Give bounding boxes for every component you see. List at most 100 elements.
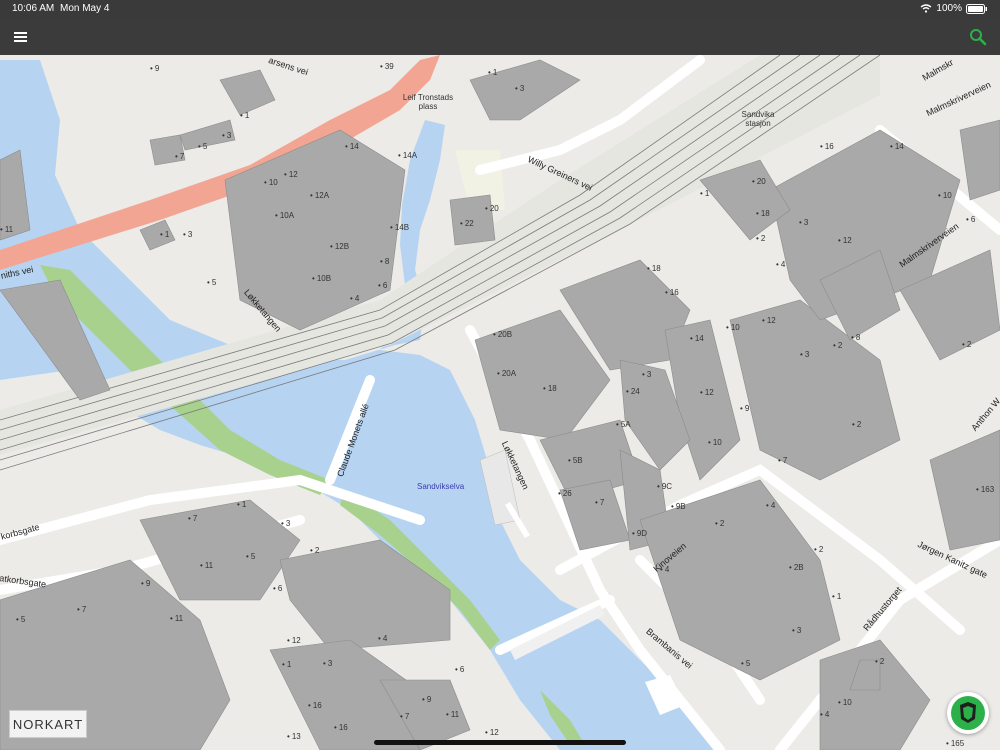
house-number: 1 <box>488 69 497 77</box>
location-shield-icon[interactable] <box>947 692 989 734</box>
house-number: 9 <box>422 696 431 704</box>
house-number: 1 <box>700 190 709 198</box>
house-number: 9B <box>671 503 686 511</box>
house-number: 3 <box>800 351 809 359</box>
house-number: 3 <box>799 219 808 227</box>
house-number: 12 <box>287 637 301 645</box>
house-number: 7 <box>778 457 787 465</box>
house-number: 6 <box>966 216 975 224</box>
house-number: 4 <box>350 295 359 303</box>
battery-icon <box>966 3 987 14</box>
house-number: 12 <box>700 389 714 397</box>
house-number: 3 <box>792 627 801 635</box>
battery-percent: 100% <box>936 3 962 14</box>
house-number: 14 <box>890 143 904 151</box>
house-number: 5B <box>568 457 583 465</box>
house-number: 16 <box>820 143 834 151</box>
house-number: 18 <box>756 210 770 218</box>
house-number: 12A <box>310 192 329 200</box>
house-number: 12 <box>485 729 499 737</box>
house-number: 4 <box>776 261 785 269</box>
house-number: 6 <box>378 282 387 290</box>
house-number: 7 <box>175 153 184 161</box>
map-canvas <box>0 55 1000 750</box>
house-number: 3 <box>515 85 524 93</box>
status-right: 100% <box>920 3 988 14</box>
house-number: 18 <box>543 385 557 393</box>
house-number: 7 <box>400 713 409 721</box>
place-sandvika-stasjon: Sandvika stasjon <box>741 110 775 129</box>
hamburger-menu-icon[interactable] <box>10 26 32 48</box>
house-number: 10B <box>312 275 331 283</box>
house-number: 5 <box>207 279 216 287</box>
search-icon[interactable] <box>966 25 990 49</box>
house-number: 9 <box>141 580 150 588</box>
house-number: 12 <box>762 317 776 325</box>
house-number: 1 <box>832 593 841 601</box>
house-number: 16 <box>665 289 679 297</box>
house-number: 4 <box>660 566 669 574</box>
house-number: 10 <box>838 699 852 707</box>
house-number: 4 <box>378 635 387 643</box>
house-number: 1 <box>282 661 291 669</box>
house-number: 7 <box>188 515 197 523</box>
house-number: 20 <box>752 178 766 186</box>
house-number: 3 <box>642 371 651 379</box>
house-number: 3 <box>323 660 332 668</box>
house-number: 20B <box>493 331 512 339</box>
house-number: 13 <box>287 733 301 741</box>
house-number: 11 <box>0 226 13 234</box>
house-number: 2 <box>310 547 319 555</box>
house-number: 22 <box>460 220 474 228</box>
house-number: 8 <box>380 258 389 266</box>
house-number: 14A <box>398 152 417 160</box>
norkart-logo: NORKART <box>9 710 87 738</box>
house-number: 14 <box>690 335 704 343</box>
house-number: 163 <box>976 486 994 494</box>
top-toolbar <box>0 18 1000 55</box>
house-number: 8 <box>851 334 860 342</box>
house-number: 4 <box>766 502 775 510</box>
house-number: 12B <box>330 243 349 251</box>
house-number: 14B <box>390 224 409 232</box>
house-number: 12 <box>838 237 852 245</box>
house-number: 9 <box>740 405 749 413</box>
status-bar: 10:06 AM Mon May 4 100% <box>0 0 1000 18</box>
house-number: 10 <box>708 439 722 447</box>
wifi-icon <box>920 4 932 13</box>
house-number: 16 <box>308 702 322 710</box>
house-number: 2 <box>756 235 765 243</box>
house-number: 5 <box>16 616 25 624</box>
house-number: 2 <box>875 658 884 666</box>
house-number: 3 <box>183 231 192 239</box>
house-number: 2 <box>962 341 971 349</box>
house-number: 20A <box>497 370 516 378</box>
house-number: 2 <box>833 342 842 350</box>
house-number: 26 <box>558 490 572 498</box>
house-number: 6 <box>273 585 282 593</box>
house-number: 11 <box>170 615 183 623</box>
home-indicator <box>374 740 626 745</box>
house-number: 2B <box>789 564 804 572</box>
house-number: 12 <box>284 171 298 179</box>
house-number: 7 <box>595 499 604 507</box>
house-number: 2 <box>852 421 861 429</box>
status-time: 10:06 AM <box>12 3 55 14</box>
map-view[interactable]: Leif Tronstads plass Sandvika stasjon Sa… <box>0 55 1000 750</box>
house-number: 1 <box>237 501 246 509</box>
house-number: 5 <box>198 143 207 151</box>
house-number: 165 <box>946 740 964 748</box>
house-number: 24 <box>626 388 640 396</box>
house-number: 14 <box>345 143 359 151</box>
house-number: 11 <box>446 711 459 719</box>
house-number: 3 <box>281 520 290 528</box>
house-number: 1 <box>160 231 169 239</box>
house-number: 20 <box>485 205 499 213</box>
house-number: 4 <box>820 711 829 719</box>
status-date: Mon May 4 <box>60 3 110 14</box>
house-number: 5 <box>246 553 255 561</box>
house-number: 2 <box>814 546 823 554</box>
house-number: 10 <box>938 192 952 200</box>
house-number: 9 <box>150 65 159 73</box>
house-number: 10A <box>275 212 294 220</box>
